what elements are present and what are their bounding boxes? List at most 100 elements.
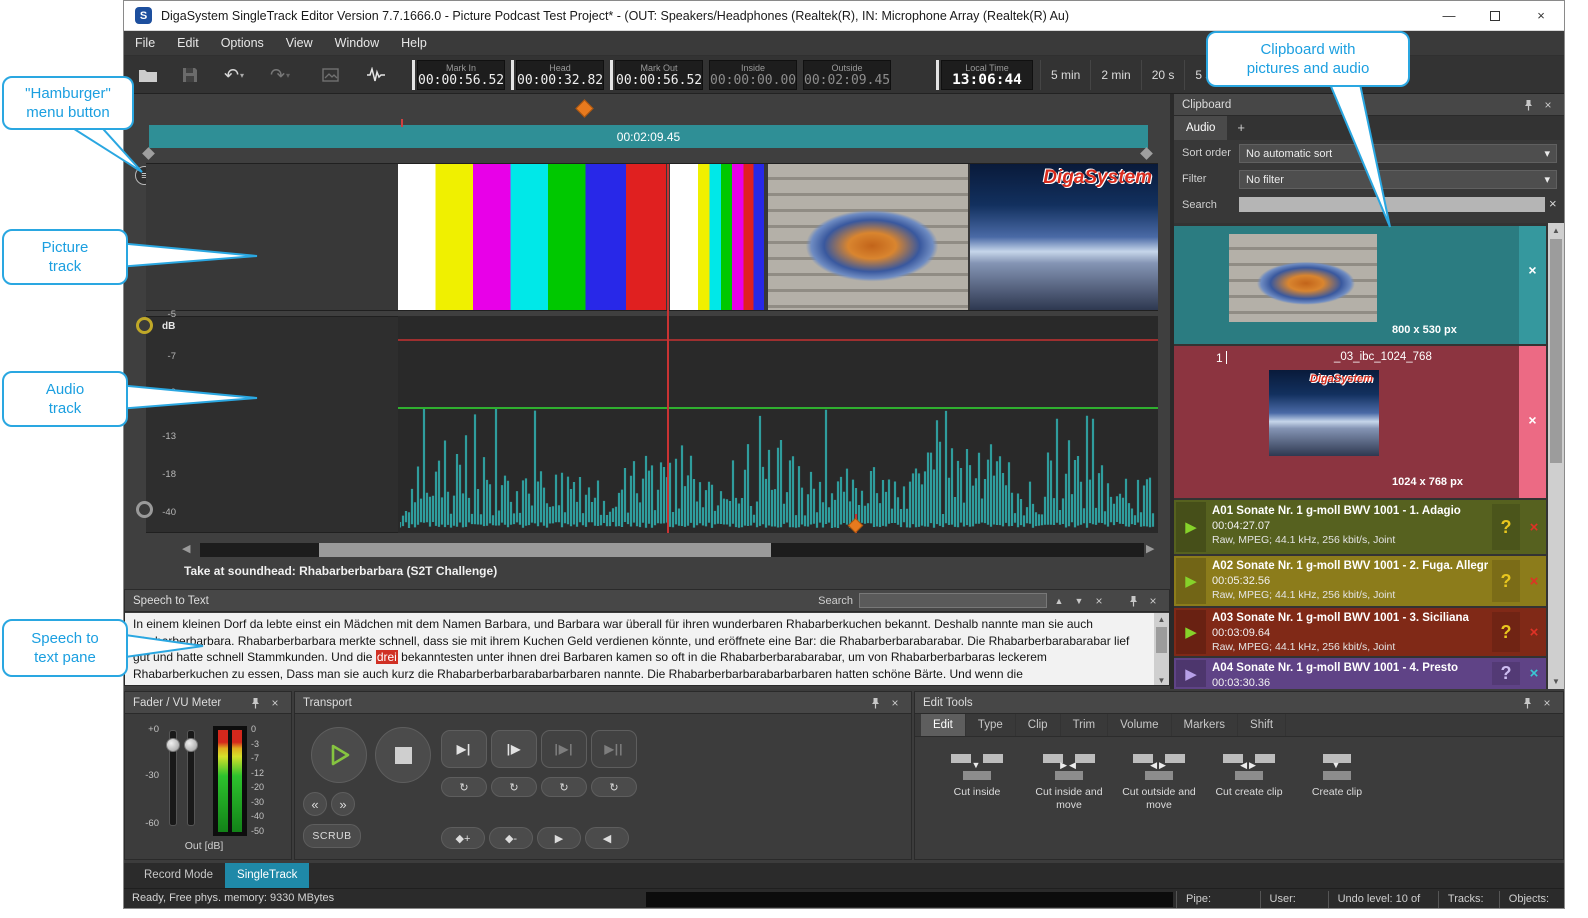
close-panel-button[interactable]: × [887,695,903,711]
remove-item-button[interactable]: × [1524,560,1544,602]
picture-thumbnail-lizard[interactable] [1229,234,1377,322]
remove-item-button[interactable]: × [1524,662,1544,685]
play-clip-button[interactable]: ▶ [1176,502,1206,552]
remove-item-button[interactable]: × [1524,504,1544,550]
search-next-button[interactable]: ▼ [1071,593,1087,609]
fader-handle-right[interactable] [184,738,198,752]
loop-button-1[interactable]: ↻ [441,777,487,797]
play-after-button[interactable]: ▶|| [591,730,637,768]
clipboard-scrollbar-thumb[interactable] [1550,239,1562,463]
track-scrollbar[interactable] [200,543,1144,557]
menu-edit[interactable]: Edit [166,31,210,56]
speech-scrollbar[interactable]: ▲ ▼ [1154,613,1169,685]
rewind-button[interactable]: « [303,792,327,816]
fader-handle-left[interactable] [166,738,180,752]
play-clip-button[interactable]: ▶ [1176,610,1206,654]
mark-out-display[interactable]: Mark Out 00:00:56.52 [615,60,703,90]
speech-search-input[interactable] [859,593,1047,608]
picture-clip-lizard[interactable] [768,164,968,310]
clip-info-button[interactable]: ? [1492,504,1520,550]
speech-text-highlight[interactable]: drei [376,650,398,664]
tab-shift[interactable]: Shift [1238,714,1286,736]
tab-type[interactable]: Type [966,714,1016,736]
close-panel-button[interactable]: × [267,695,283,711]
close-pane-button[interactable]: × [1145,593,1161,609]
waveform-tool-button[interactable] [362,63,390,87]
redo-button[interactable]: ↷▾ [266,63,294,87]
zoom-20s-button[interactable]: 20 s [1141,60,1185,90]
pin-icon[interactable] [1520,97,1536,113]
scroll-up-arrow[interactable]: ▲ [1154,613,1169,626]
picture-thumbnail-digasystem[interactable]: DigaSystem [1269,370,1379,456]
remove-item-button[interactable]: × [1524,612,1544,652]
menu-help[interactable]: Help [390,31,438,56]
item-name[interactable]: _03_ibc_1024_768 [1334,351,1432,363]
remove-item-button[interactable]: × [1528,262,1536,344]
tab-edit[interactable]: Edit [921,714,966,736]
close-panel-button[interactable]: × [1540,97,1556,113]
scroll-left-arrow[interactable]: ◀ [182,542,190,555]
clipboard-scrollbar[interactable]: ▲ ▼ [1548,223,1564,689]
loop-button-4[interactable]: ↻ [591,777,637,797]
mark-in-display[interactable]: Mark In 00:00:56.52 [417,60,505,90]
inside-display[interactable]: Inside 00:00:00.00 [709,60,797,90]
tab-clip[interactable]: Clip [1016,714,1061,736]
minimize-button[interactable]: — [1426,1,1472,31]
scroll-right-arrow[interactable]: ▶ [1146,542,1154,555]
pin-icon[interactable] [247,695,263,711]
menu-view[interactable]: View [275,31,324,56]
tab-trim[interactable]: Trim [1061,714,1109,736]
add-tab-button[interactable]: + [1227,116,1255,140]
pan-knob[interactable] [136,501,153,518]
clipboard-item-picture-2[interactable]: 1 _03_ibc_1024_768 DigaSystem 1024 x 768… [1174,346,1546,498]
play-to-end-button[interactable]: ▶| [441,730,487,768]
outside-display[interactable]: Outside 00:02:09.45 [803,60,891,90]
close-button[interactable]: × [1518,1,1564,31]
tab-volume[interactable]: Volume [1108,714,1171,736]
pin-icon[interactable] [1519,695,1535,711]
play-button[interactable] [311,727,367,783]
play-from-head-button[interactable]: |▶ [491,730,537,768]
next-marker-button[interactable]: ▶ [537,827,581,849]
tool-create-clip[interactable]: ▼ Create clip [1291,752,1383,799]
tool-cut-inside[interactable]: ▼ Cut inside [931,752,1023,799]
search-clear-button[interactable]: × [1091,593,1107,609]
scroll-up-arrow[interactable]: ▲ [1548,223,1564,238]
tool-cut-outside-move[interactable]: ◀▶ Cut outside and move [1113,752,1205,812]
timeline-overview-bar[interactable]: 00:02:09.45 [149,125,1148,148]
volume-envelope-line[interactable] [398,407,1158,409]
forward-button[interactable]: » [331,792,355,816]
audio-waveform[interactable] [400,341,1156,531]
undo-button[interactable]: ↶▾ [220,63,248,87]
save-button[interactable] [176,63,204,87]
track-scrollbar-thumb[interactable] [319,543,771,557]
playhead-line[interactable] [667,164,669,533]
tab-audio[interactable]: Audio [1174,116,1227,140]
menu-window[interactable]: Window [324,31,390,56]
scroll-down-arrow[interactable]: ▼ [1154,674,1169,685]
zoom-5min-button[interactable]: 5 min [1040,60,1090,90]
pin-icon[interactable] [1125,593,1141,609]
clip-info-button[interactable]: ? [1492,662,1520,685]
zoom-2min-button[interactable]: 2 min [1090,60,1140,90]
scroll-down-arrow[interactable]: ▼ [1548,674,1564,689]
loop-button-2[interactable]: ↻ [491,777,537,797]
stop-button[interactable] [375,727,431,783]
speech-text[interactable]: In einem kleinen Dorf da lebte einst ein… [125,613,1169,685]
clipboard-item-audio-4[interactable]: ▶ A04 Sonate Nr. 1 g-moll BWV 1001 - 4. … [1174,658,1546,689]
play-clip-button[interactable]: ▶ [1176,660,1206,687]
play-clip-button[interactable]: ▶ [1176,558,1206,604]
item-index[interactable]: 1 [1216,351,1223,365]
clip-info-button[interactable]: ? [1492,612,1520,652]
prev-marker-button[interactable]: ◀ [585,827,629,849]
picture-clip-digasystem[interactable]: DigaSystem [970,164,1158,310]
clipboard-item-audio-2[interactable]: ▶ A02 Sonate Nr. 1 g-moll BWV 1001 - 2. … [1174,556,1546,606]
picture-clip-colorbars-1[interactable] [398,164,666,310]
clipboard-item-picture-1[interactable]: 800 x 530 px × [1174,226,1546,344]
speech-text-area[interactable]: In einem kleinen Dorf da lebte einst ein… [125,613,1169,685]
speech-scrollbar-thumb[interactable] [1156,627,1167,653]
scrub-button[interactable]: SCRUB [303,824,361,848]
close-panel-button[interactable]: × [1539,695,1555,711]
sort-order-dropdown[interactable]: No automatic sort▾ [1239,144,1557,163]
head-display[interactable]: Head 00:00:32.82 [516,60,604,90]
